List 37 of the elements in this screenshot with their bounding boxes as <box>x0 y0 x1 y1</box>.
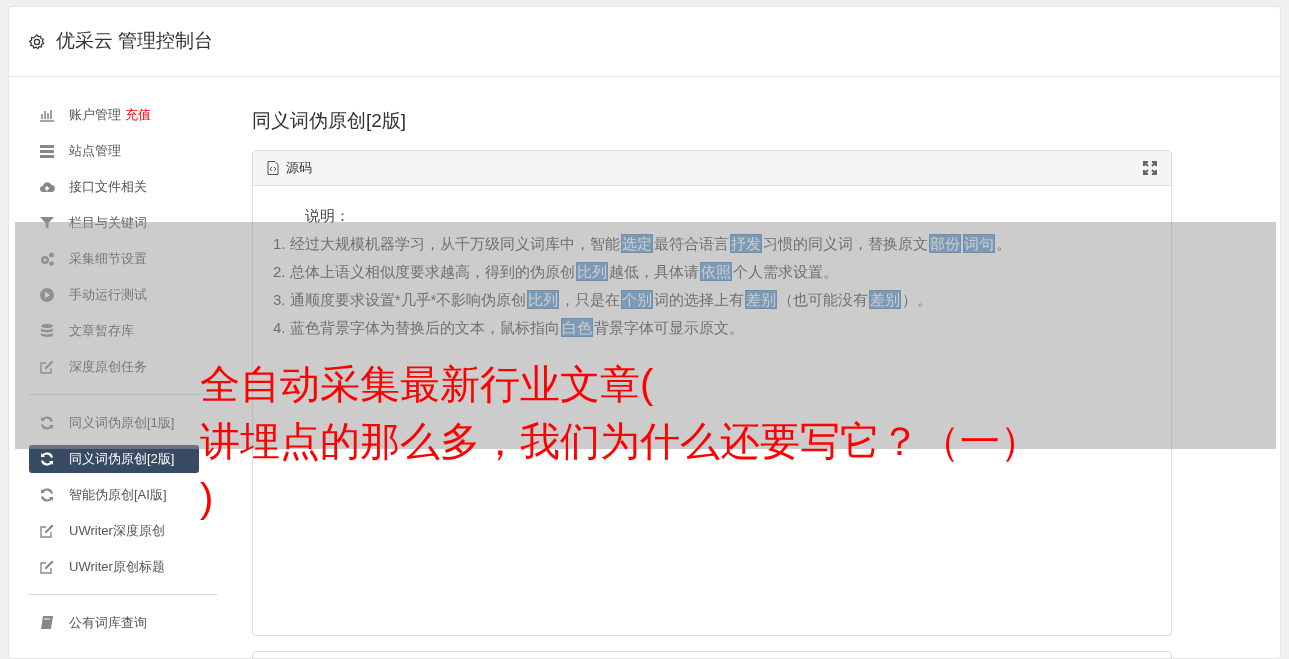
recharge-link[interactable]: 充值 <box>125 105 151 125</box>
refresh-icon <box>39 451 55 467</box>
sidebar-item[interactable]: 智能伪原创[AI版] <box>29 481 199 509</box>
page-heading: 同义词伪原创[2版] <box>252 109 408 133</box>
refresh-icon <box>39 415 55 431</box>
description-line: 4. 蓝色背景字体为替换后的文本，鼠标指向 白色背景字体可显示原文。 <box>273 316 745 339</box>
sidebar-item[interactable]: 公有词库查询 <box>29 609 199 637</box>
sidebar-item[interactable]: 账户管理 充值 <box>29 101 199 129</box>
edit-icon <box>39 359 55 375</box>
description-heading: 说明： <box>304 205 351 226</box>
edit-icon <box>39 523 55 539</box>
description-line: 1. 经过大规模机器学习，从千万级同义词库中，智能选定最符合语言抒发习惯的同义词，替换原文部份 词句。 <box>273 232 1012 255</box>
sidebar-item[interactable]: 站点管理 <box>29 137 199 165</box>
console-title: 优采云 管理控制台 <box>56 29 214 54</box>
settings-icon <box>28 32 46 51</box>
overlay-title: 全自动采集最新行业文章( <box>200 361 655 408</box>
play-icon <box>39 287 55 303</box>
sidebar-item[interactable]: UWriter深度原创 <box>29 517 199 545</box>
edit-icon <box>39 559 55 575</box>
overlay-title: 讲埋点的那么多，我们为什么还要写它？（一） <box>200 418 1040 465</box>
expand-icon[interactable] <box>1143 160 1157 175</box>
bar-chart-icon <box>39 107 55 123</box>
cloud-upload-icon <box>39 179 55 195</box>
sidebar-item[interactable]: 接口文件相关 <box>29 173 199 201</box>
description-line: 2. 总体上语义相似度要求越高，得到的伪原创 比列越低，具体请依照个人需求设置。 <box>273 260 839 283</box>
overlay-title: ) <box>200 475 215 522</box>
book-icon <box>39 615 55 631</box>
description-line: 3. 通顺度要求设置*几乎*不影响伪原创 比列，只是在个别词的选择上有差别（也可能没有差别）。 <box>273 288 934 311</box>
sidebar-item[interactable]: UWriter原创标题 <box>29 553 199 581</box>
filter-icon <box>39 215 55 231</box>
sidebar-item[interactable]: 同义词伪原创[2版] <box>29 445 199 473</box>
refresh-icon <box>39 487 55 503</box>
server-icon <box>39 143 55 159</box>
code-file-icon <box>267 160 279 175</box>
gears-icon <box>39 251 55 267</box>
panel-title: 源码 <box>286 158 312 177</box>
database-icon <box>39 323 55 339</box>
